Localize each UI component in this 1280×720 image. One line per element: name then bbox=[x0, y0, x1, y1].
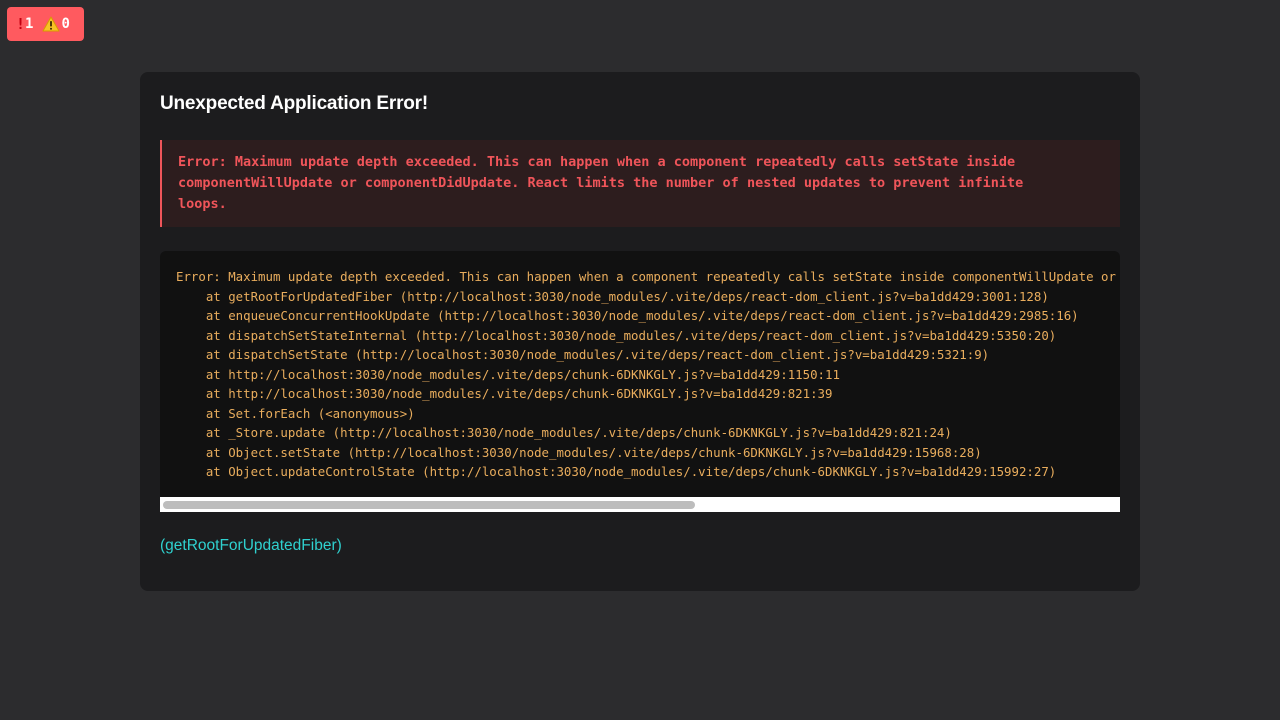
stack-trace-line: at Object.updateControlState (http://loc… bbox=[176, 464, 1057, 480]
stack-trace-line: at _Store.update (http://localhost:3030/… bbox=[176, 425, 952, 441]
horizontal-scrollbar[interactable] bbox=[160, 497, 1120, 512]
issues-badge[interactable]: ! 1 0 bbox=[7, 7, 84, 41]
stack-trace-line: at dispatchSetState (http://localhost:30… bbox=[176, 347, 990, 363]
error-count: 1 bbox=[25, 16, 34, 32]
warning-icon bbox=[42, 16, 60, 32]
scrollbar-thumb[interactable] bbox=[163, 501, 695, 509]
stack-trace-line: at enqueueConcurrentHookUpdate (http://l… bbox=[176, 308, 1079, 324]
error-icon: ! bbox=[16, 15, 26, 33]
warning-count: 0 bbox=[61, 16, 70, 32]
error-message: Error: Maximum update depth exceeded. Th… bbox=[160, 140, 1120, 227]
stack-trace-line: Error: Maximum update depth exceeded. Th… bbox=[176, 269, 1116, 284]
stack-trace-line: at dispatchSetStateInternal (http://loca… bbox=[176, 327, 1057, 343]
error-overlay-card: Unexpected Application Error! Error: Max… bbox=[140, 72, 1140, 591]
stack-trace-line: at Set.forEach (<anonymous>) bbox=[176, 405, 415, 421]
stack-trace-line: at Object.setState (http://localhost:303… bbox=[176, 444, 982, 460]
stack-trace-line: at getRootForUpdatedFiber (http://localh… bbox=[176, 288, 1049, 304]
error-title: Unexpected Application Error! bbox=[160, 93, 428, 114]
function-name-link[interactable]: (getRootForUpdatedFiber) bbox=[160, 537, 342, 555]
stack-trace: Error: Maximum update depth exceeded. Th… bbox=[176, 267, 1120, 482]
stack-trace-panel[interactable]: Error: Maximum update depth exceeded. Th… bbox=[160, 251, 1120, 512]
stack-trace-line: at http://localhost:3030/node_modules/.v… bbox=[176, 366, 840, 382]
stack-trace-line: at http://localhost:3030/node_modules/.v… bbox=[176, 386, 833, 402]
